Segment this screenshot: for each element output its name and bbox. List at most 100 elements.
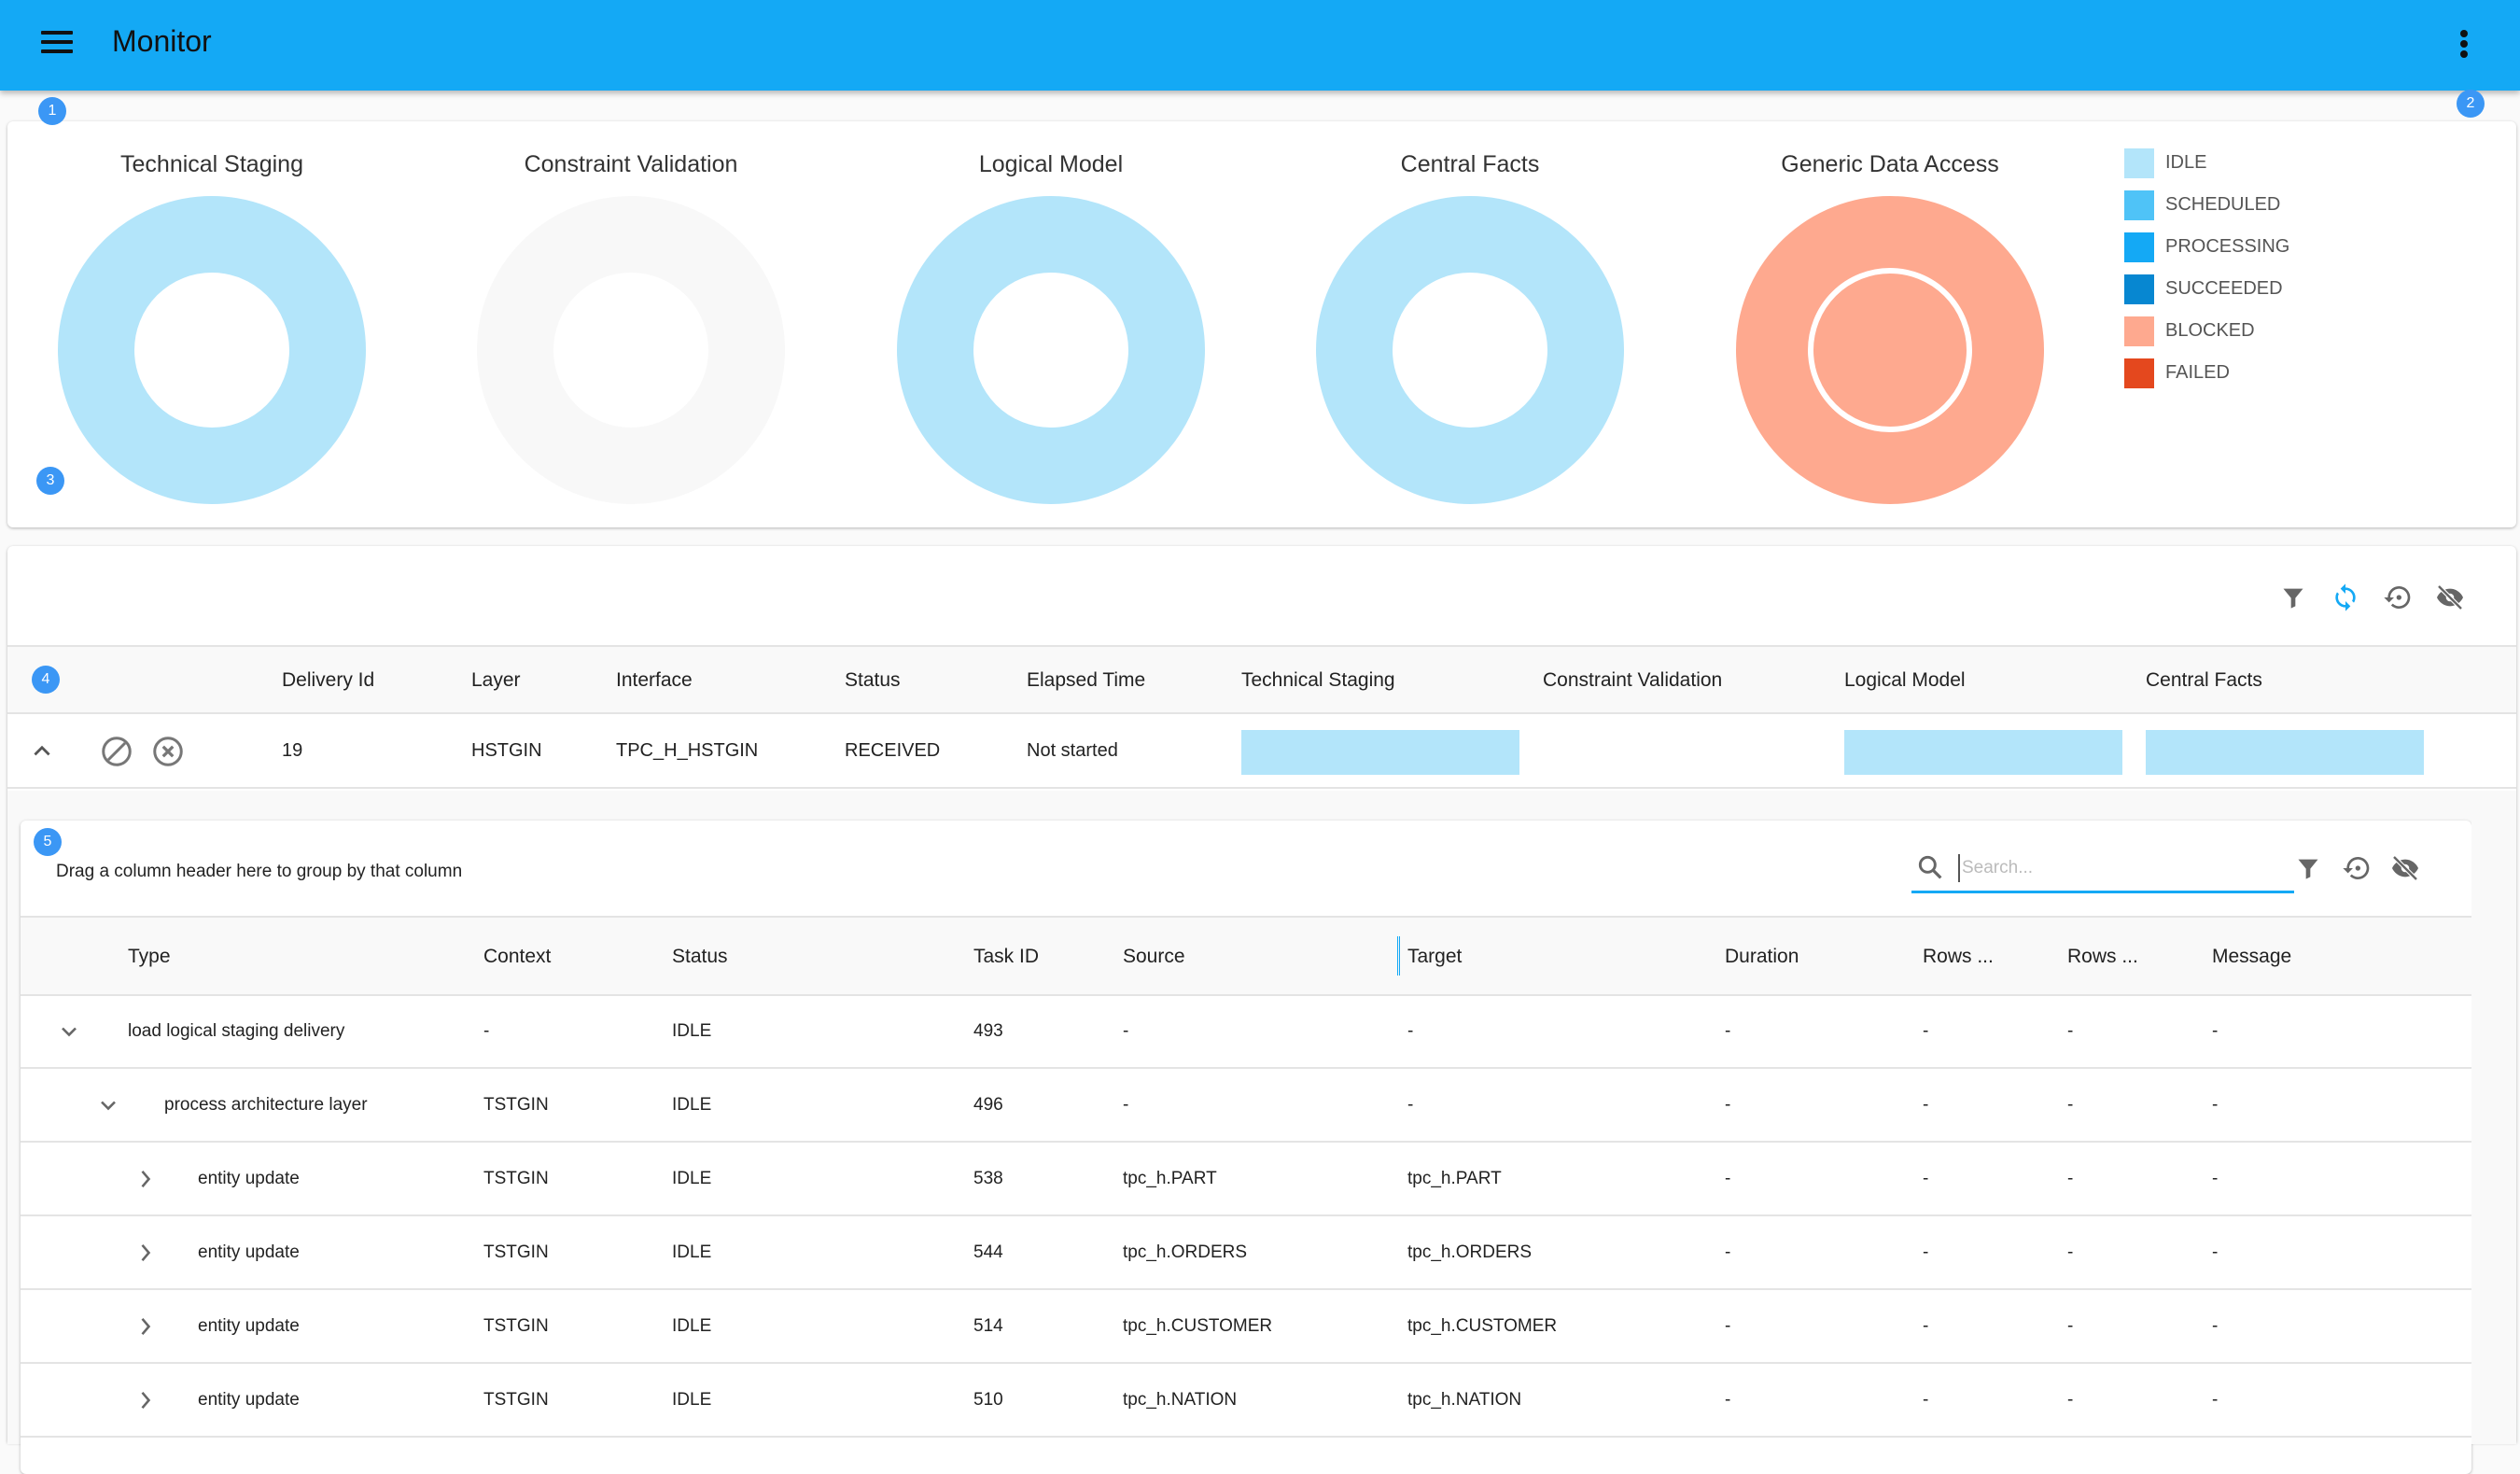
block-icon[interactable] <box>100 735 133 773</box>
legend-item[interactable]: FAILED <box>2124 352 2289 394</box>
search-icon <box>1915 852 1945 887</box>
cancel-circle-icon[interactable] <box>151 735 185 773</box>
task-row[interactable]: entity update TSTGIN IDLE 510 tpc_h.NATION tp… <box>21 1365 2471 1438</box>
column-header-duration[interactable]: Duration <box>1725 946 1799 968</box>
deliveries-header-row: 4 Delivery Id Layer Interface Status Ela… <box>7 645 2516 714</box>
hide-columns-icon[interactable] <box>2434 582 2466 613</box>
column-header-status[interactable]: Status <box>845 669 901 692</box>
cell-task-id: 510 <box>973 1390 1003 1410</box>
delivery-row[interactable]: 19 HSTGIN TPC_H_HSTGIN RECEIVED Not star… <box>7 714 2516 789</box>
cell-layer: HSTGIN <box>471 740 542 761</box>
delivery-detail: 5 Drag a column header here to group by … <box>7 791 2516 1474</box>
page-title: Monitor <box>112 24 212 58</box>
search-field[interactable] <box>1911 849 2294 893</box>
column-header-status[interactable]: Status <box>672 946 728 968</box>
column-header-central-facts[interactable]: Central Facts <box>2146 669 2262 692</box>
donut-slice-idle[interactable] <box>58 196 366 504</box>
legend-item[interactable]: SCHEDULED <box>2124 184 2289 226</box>
cell-source: - <box>1123 1095 1129 1115</box>
column-header-target[interactable]: Target <box>1407 946 1462 968</box>
column-header-logical-model[interactable]: Logical Model <box>1844 669 1966 692</box>
refresh-icon[interactable] <box>2330 582 2361 613</box>
donut-chart: Central Facts <box>1274 121 1666 527</box>
donut-chart: Constraint Validation <box>435 121 827 527</box>
hide-columns-icon[interactable] <box>2389 852 2421 884</box>
cell-rows-a: - <box>1923 1390 1929 1410</box>
tasks-header-row: Type Context Status Task ID Source Targe… <box>21 916 2471 996</box>
donut-slice-idle[interactable] <box>897 196 1205 504</box>
stage-bar-central-facts <box>2146 730 2424 775</box>
cell-status: IDLE <box>672 1242 712 1262</box>
column-header-type[interactable]: Type <box>128 946 171 968</box>
cell-duration: - <box>1725 1021 1731 1041</box>
cell-status: RECEIVED <box>845 740 941 761</box>
cell-target: tpc_h.NATION <box>1407 1390 1522 1410</box>
cell-target: tpc_h.ORDERS <box>1407 1242 1533 1262</box>
filter-icon[interactable] <box>2292 852 2324 884</box>
chevron-right-icon[interactable] <box>133 1166 159 1197</box>
chevron-down-icon[interactable] <box>95 1092 121 1123</box>
annotation-badge: 5 <box>34 828 62 856</box>
column-header-context[interactable]: Context <box>483 946 551 968</box>
chevron-right-icon[interactable] <box>133 1240 159 1270</box>
cell-type: entity update <box>198 1390 300 1410</box>
restore-icon[interactable] <box>2341 852 2373 884</box>
legend-item[interactable]: SUCCEEDED <box>2124 268 2289 310</box>
donut-slice-idle[interactable] <box>1316 196 1624 504</box>
restore-icon[interactable] <box>2382 582 2414 613</box>
cell-task-id: 493 <box>973 1021 1003 1041</box>
column-header-task-id[interactable]: Task ID <box>973 946 1039 968</box>
task-row[interactable]: entity update TSTGIN IDLE 514 tpc_h.CUSTOMER… <box>21 1291 2471 1364</box>
cell-interface: TPC_H_HSTGIN <box>616 740 759 761</box>
chevron-right-icon[interactable] <box>133 1313 159 1344</box>
cell-rows-a: - <box>1923 1021 1929 1041</box>
donut-title: Central Facts <box>1400 151 1540 177</box>
donut-title: Constraint Validation <box>524 151 738 177</box>
column-header-delivery-id[interactable]: Delivery Id <box>282 669 374 692</box>
donut-inner-slice-blocked[interactable] <box>1808 268 1972 432</box>
legend-swatch <box>2124 274 2154 304</box>
scrollbar-track[interactable] <box>2471 791 2516 1444</box>
cell-rows-a: - <box>1923 1169 1929 1188</box>
filter-icon[interactable] <box>2277 582 2309 613</box>
cell-rows-b: - <box>2067 1242 2074 1262</box>
column-header-rows-a[interactable]: Rows ... <box>1923 946 1994 968</box>
more-vertical-icon[interactable] <box>2455 28 2473 62</box>
annotation-badge: 3 <box>36 467 64 495</box>
cell-duration: - <box>1725 1169 1731 1188</box>
legend-label: SUCCEEDED <box>2165 278 2283 299</box>
legend-item[interactable]: PROCESSING <box>2124 226 2289 268</box>
legend-item[interactable]: BLOCKED <box>2124 310 2289 352</box>
legend-label: IDLE <box>2165 152 2207 173</box>
column-header-rows-b[interactable]: Rows ... <box>2067 946 2138 968</box>
cell-source: tpc_h.CUSTOMER <box>1123 1316 1273 1336</box>
chevron-right-icon[interactable] <box>133 1387 159 1418</box>
group-by-panel[interactable]: Drag a column header here to group by th… <box>56 862 462 882</box>
cell-message: - <box>2212 1095 2219 1115</box>
column-header-message[interactable]: Message <box>2212 946 2291 968</box>
task-row[interactable]: load logical staging delivery - IDLE 493 - - -… <box>21 996 2471 1069</box>
grid-toolbar <box>2277 582 2466 613</box>
cell-message: - <box>2212 1021 2219 1041</box>
column-header-layer[interactable]: Layer <box>471 669 521 692</box>
task-row[interactable]: entity update TSTGIN IDLE 538 tpc_h.PART tpc_… <box>21 1144 2471 1216</box>
column-header-interface[interactable]: Interface <box>616 669 693 692</box>
column-header-source[interactable]: Source <box>1123 946 1185 968</box>
legend-item[interactable]: IDLE <box>2124 142 2289 184</box>
cell-source: tpc_h.NATION <box>1123 1390 1238 1410</box>
donut-chart: Technical Staging <box>16 121 408 527</box>
column-header-constraint-validation[interactable]: Constraint Validation <box>1543 669 1722 692</box>
column-header-technical-staging[interactable]: Technical Staging <box>1241 669 1395 692</box>
column-header-elapsed-time[interactable]: Elapsed Time <box>1027 669 1145 692</box>
cell-target: tpc_h.PART <box>1407 1169 1502 1188</box>
hamburger-menu-icon[interactable] <box>41 31 73 57</box>
donut-chart: Generic Data Access <box>1694 121 2086 527</box>
chevron-up-icon[interactable] <box>30 738 54 767</box>
chevron-down-icon[interactable] <box>56 1018 82 1049</box>
task-row[interactable]: entity update TSTGIN IDLE 544 tpc_h.ORDERS tp… <box>21 1217 2471 1290</box>
cell-status: IDLE <box>672 1169 712 1188</box>
column-resize-handle[interactable] <box>1397 936 1400 976</box>
tasks-grid: 5 Drag a column header here to group by … <box>21 821 2471 1474</box>
task-row[interactable]: process architecture layer TSTGIN IDLE 496 -… <box>21 1070 2471 1143</box>
search-input[interactable] <box>1958 854 2275 882</box>
